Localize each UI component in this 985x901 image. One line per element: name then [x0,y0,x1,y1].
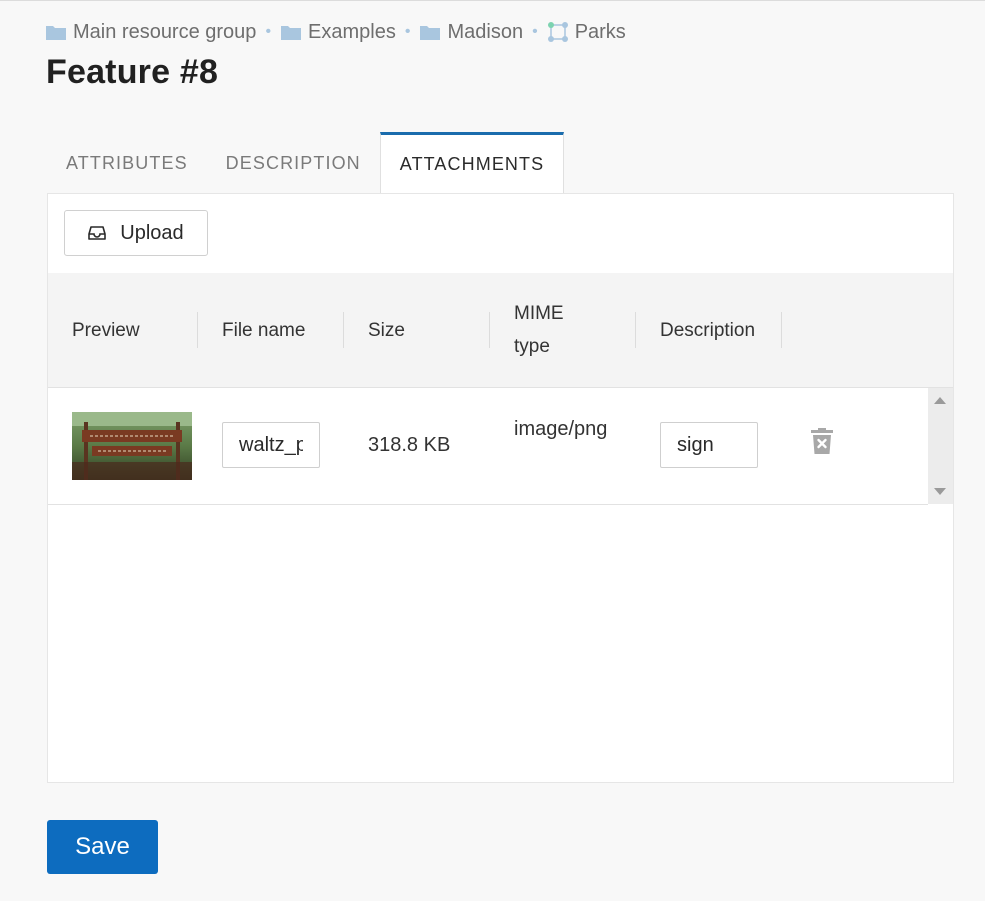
breadcrumb-label: Main resource group [73,20,257,43]
breadcrumb: Main resource group • Examples • Madison… [45,19,626,45]
file-name-input[interactable] [222,422,320,468]
breadcrumb-label: Examples [308,20,396,43]
upload-button[interactable]: Upload [64,210,208,256]
column-header-preview: Preview [72,319,140,341]
column-header-file-name: File name [222,319,306,341]
breadcrumb-separator: • [404,23,411,40]
breadcrumb-item-madison[interactable]: Madison [419,21,523,44]
file-size: 318.8 KB [368,434,451,456]
table-header: Preview File name Size MIME type Descrip… [48,273,953,388]
folder-icon [45,23,67,41]
breadcrumb-item-examples[interactable]: Examples [280,21,396,44]
breadcrumb-separator: • [265,23,272,40]
folder-icon [280,23,302,41]
vector-layer-icon [547,21,569,43]
column-header-size: Size [368,319,405,341]
table-row: 318.8 KB image/png [48,388,928,505]
scroll-down-arrow-icon[interactable] [934,488,946,495]
mime-type: image/png [514,418,608,440]
breadcrumb-label: Parks [574,20,626,43]
page-title: Feature #8 [46,53,219,91]
table-scrollbar[interactable] [928,388,953,504]
tab-description[interactable]: DESCRIPTION [207,132,380,194]
folder-icon [419,23,441,41]
column-divider [489,312,490,348]
tab-attributes[interactable]: ATTRIBUTES [47,132,207,194]
column-header-mime-type: MIME type [514,303,564,357]
upload-label: Upload [120,221,184,244]
column-divider [635,312,636,348]
breadcrumb-separator: • [532,23,538,40]
attachment-preview-image[interactable] [72,412,192,480]
column-divider [343,312,344,348]
save-button[interactable]: Save [47,820,158,874]
tab-bar: ATTRIBUTES DESCRIPTION ATTACHMENTS [47,132,565,194]
breadcrumb-item-main-resource-group[interactable]: Main resource group [45,21,256,44]
description-input[interactable] [660,422,758,468]
attachments-panel: Upload Preview File name Size MIME type … [47,193,954,783]
tab-attachments[interactable]: ATTACHMENTS [379,132,565,194]
breadcrumb-item-parks[interactable]: Parks [547,21,626,44]
trash-icon[interactable] [810,427,834,460]
breadcrumb-label: Madison [447,20,524,43]
scroll-up-arrow-icon[interactable] [934,397,946,404]
column-divider [781,312,782,348]
column-header-description: Description [660,319,756,341]
column-divider [197,312,198,348]
top-divider [0,0,985,1]
inbox-icon [88,225,107,241]
